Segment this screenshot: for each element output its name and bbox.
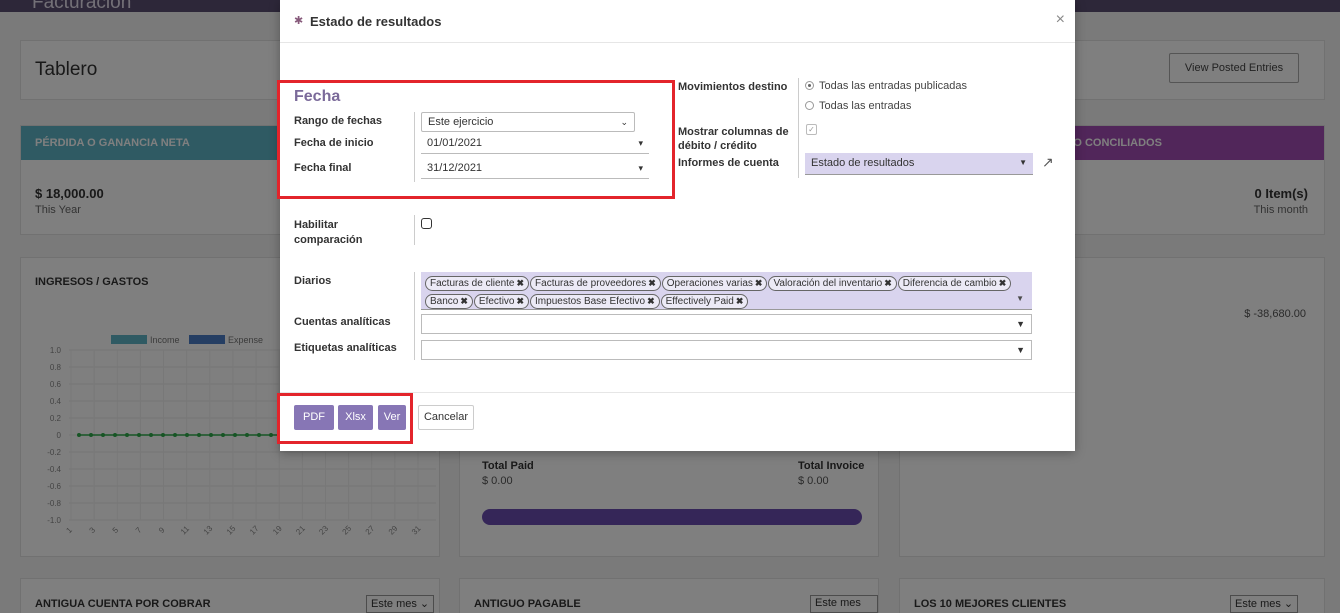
dialog-header: ✱ Estado de resultados × [280, 0, 1075, 43]
date-section-highlight [277, 80, 675, 199]
account-report-label: Informes de cuenta [678, 157, 779, 169]
remove-tag-icon: ✖ [998, 278, 1007, 288]
buttons-highlight [277, 393, 413, 444]
target-moves-label: Movimientos destino [678, 81, 788, 93]
radio-checked-icon [805, 81, 814, 90]
analytic-accounts-label: Cuentas analíticas [294, 316, 391, 328]
radio-all-posted[interactable]: Todas las entradas publicadas [805, 80, 967, 92]
journal-tag[interactable]: Facturas de proveedores ✖ [530, 276, 661, 291]
right-divider [798, 78, 799, 178]
enable-comparison-checkbox[interactable] [421, 218, 432, 229]
remove-tag-icon: ✖ [516, 278, 525, 288]
remove-tag-icon: ✖ [884, 278, 892, 288]
remove-tag-icon: ✖ [647, 296, 655, 306]
remove-tag-icon: ✖ [516, 296, 525, 306]
remove-tag-icon: ✖ [648, 278, 656, 288]
journal-tag[interactable]: Operaciones varias ✖ [661, 276, 768, 291]
analytic-tags-label: Etiquetas analíticas [294, 342, 397, 354]
income-statement-dialog: ✱ Estado de resultados × Fecha Rango de … [277, 0, 1075, 451]
dialog-title: Estado de resultados [310, 14, 442, 29]
caret-down-icon: ▼ [1019, 158, 1027, 167]
debit-credit-checkbox[interactable]: ✓ [806, 124, 817, 135]
analytic-accounts-input[interactable]: ▼ [421, 314, 1032, 334]
external-link-icon[interactable]: ↗ [1042, 154, 1054, 171]
debit-credit-label-line1: Mostrar columnas de [678, 126, 789, 138]
remove-tag-icon: ✖ [460, 296, 468, 306]
remove-tag-icon: ✖ [754, 278, 763, 288]
journal-tag[interactable]: Impuestos Base Efectivo ✖ [530, 294, 660, 309]
journal-tag[interactable]: Facturas de cliente ✖ [425, 276, 530, 291]
comparison-label-line2: comparación [294, 234, 363, 246]
journals-divider [414, 272, 415, 360]
caret-down-icon: ▼ [1016, 319, 1025, 329]
journal-tag[interactable]: Efectivo ✖ [473, 294, 530, 309]
journal-tag[interactable]: Valoración del inventario ✖ [768, 276, 897, 291]
journals-label: Diarios [294, 275, 332, 287]
caret-down-icon: ▼ [1016, 345, 1025, 355]
close-icon[interactable]: × [1056, 11, 1065, 29]
journal-tag[interactable]: Banco ✖ [425, 294, 473, 309]
journals-tag-field[interactable]: Facturas de cliente ✖ Facturas de proveedo… [421, 272, 1032, 310]
odoo-logo-icon: ✱ [294, 15, 304, 27]
journal-tag[interactable]: Diferencia de cambio ✖ [897, 276, 1012, 291]
radio-all-entries[interactable]: Todas las entradas [805, 100, 911, 112]
journal-tag[interactable]: Effectively Paid ✖ [660, 294, 749, 309]
comparison-divider [414, 215, 415, 245]
caret-down-icon: ▼ [1016, 294, 1024, 303]
radio-unchecked-icon [805, 101, 814, 110]
account-report-select[interactable]: Estado de resultados ▼ [805, 153, 1033, 175]
cancel-button[interactable]: Cancelar [418, 405, 474, 430]
comparison-label-line1: Habilitar [294, 219, 339, 231]
remove-tag-icon: ✖ [735, 296, 744, 306]
analytic-tags-input[interactable]: ▼ [421, 340, 1032, 360]
debit-credit-label-line2: débito / crédito [678, 140, 757, 152]
